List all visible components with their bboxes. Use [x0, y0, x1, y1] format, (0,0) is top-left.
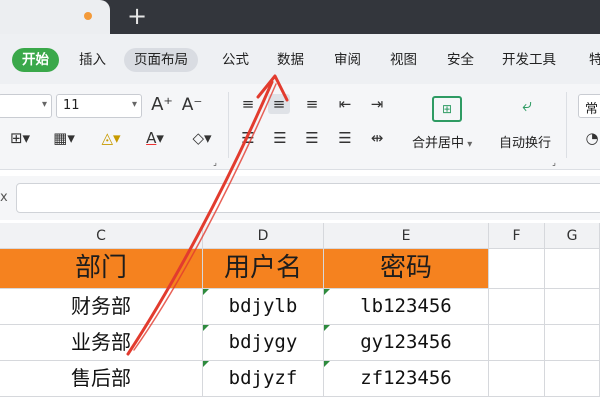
empty-cell[interactable]	[489, 361, 545, 397]
ribbon-divider	[228, 92, 229, 158]
menu-view[interactable]: 视图	[390, 48, 417, 72]
unsaved-dot-icon	[84, 12, 92, 20]
number-format-combo[interactable]: 常	[578, 94, 600, 118]
cell-username[interactable]: bdjygy	[203, 325, 324, 361]
align-bottom-icon[interactable]: ≡	[302, 94, 322, 114]
error-indicator-icon	[324, 289, 330, 295]
align-right-icon[interactable]: ☰	[302, 128, 322, 148]
wrap-text-icon[interactable]: ⤶	[512, 96, 542, 122]
merge-center-button[interactable]: 合并居中 ▾	[412, 132, 472, 151]
menu-security[interactable]: 安全	[447, 48, 474, 72]
cell-department[interactable]: 财务部	[0, 289, 203, 325]
error-indicator-icon	[324, 325, 330, 331]
menu-formula[interactable]: 公式	[222, 48, 249, 72]
header-cell-department[interactable]: 部门	[0, 249, 203, 289]
empty-cell[interactable]	[545, 289, 600, 325]
dialog-launcher-icon[interactable]: ⌟	[210, 158, 220, 168]
merge-center-label: 合并居中	[412, 136, 465, 151]
new-tab-button[interactable]: +	[124, 3, 150, 29]
menu-insert[interactable]: 插入	[79, 48, 106, 72]
cell-password-text: gy123456	[360, 331, 452, 353]
font-size-value: 11	[63, 98, 80, 113]
border-icon[interactable]: ⊞▾	[2, 128, 38, 148]
increase-font-icon[interactable]: A⁺	[150, 95, 174, 115]
header-cell-username[interactable]: 用户名	[203, 249, 324, 289]
empty-cell[interactable]	[545, 325, 600, 361]
name-box-tail: x	[0, 190, 8, 205]
align-center-icon[interactable]: ☰	[270, 128, 290, 148]
empty-cell[interactable]	[545, 361, 600, 397]
clear-format-icon[interactable]: ◇▾	[182, 128, 222, 148]
error-indicator-icon	[203, 325, 209, 331]
ribbon-divider	[566, 92, 567, 158]
spreadsheet-app: + 开始 插入 页面布局 公式 数据 审阅 视图 安全 开发工具 特 ▾ 11 …	[0, 0, 600, 400]
cell-password-text: zf123456	[360, 367, 452, 389]
empty-cell[interactable]	[489, 289, 545, 325]
error-indicator-icon	[203, 361, 209, 367]
cell-password[interactable]: lb123456	[324, 289, 489, 325]
error-indicator-icon	[203, 289, 209, 295]
font-size-combo[interactable]: 11 ▾	[56, 94, 142, 118]
menu-more[interactable]: 特	[589, 48, 600, 72]
cell-username-text: bdjylb	[228, 295, 298, 317]
column-header-c[interactable]: C	[0, 223, 203, 249]
empty-cell[interactable]	[489, 249, 545, 289]
dialog-launcher-icon[interactable]: ⌟	[549, 158, 559, 168]
merge-center-icon[interactable]: ⊞	[432, 96, 462, 122]
chevron-down-icon: ▾	[41, 99, 47, 110]
menu-page-layout[interactable]: 页面布局	[124, 48, 198, 72]
empty-cell[interactable]	[545, 249, 600, 289]
percent-icon[interactable]: ◔	[584, 128, 600, 148]
decrease-indent-icon[interactable]: ⇤	[334, 94, 356, 114]
menu-review[interactable]: 审阅	[334, 48, 361, 72]
menu-dev-tools[interactable]: 开发工具	[502, 48, 556, 72]
cell-username-text: bdjyzf	[228, 367, 298, 389]
cell-department[interactable]: 业务部	[0, 325, 203, 361]
justify-icon[interactable]: ☰	[334, 128, 356, 148]
font-color-icon[interactable]: A▾	[136, 128, 174, 148]
chevron-down-icon: ▾	[131, 99, 137, 110]
cell-style-icon[interactable]: ▦▾	[44, 128, 84, 148]
increase-indent-icon[interactable]: ⇥	[366, 94, 388, 114]
menu-start[interactable]: 开始	[12, 48, 59, 72]
column-header-f[interactable]: F	[489, 223, 545, 249]
decrease-font-icon[interactable]: A⁻	[180, 95, 204, 115]
cell-username-text: bdjygy	[228, 331, 298, 353]
cell-password[interactable]: zf123456	[324, 361, 489, 397]
header-cell-password[interactable]: 密码	[324, 249, 489, 289]
formula-input[interactable]	[16, 183, 600, 213]
align-middle-icon[interactable]: ≡	[268, 94, 290, 114]
document-tab[interactable]	[0, 0, 110, 34]
distributed-icon[interactable]: ⇹	[366, 128, 388, 148]
cell-username[interactable]: bdjyzf	[203, 361, 324, 397]
column-header-e[interactable]: E	[324, 223, 489, 249]
number-format-value: 常	[585, 102, 599, 117]
fill-color-icon[interactable]: ◬▾	[92, 128, 130, 148]
cell-username[interactable]: bdjylb	[203, 289, 324, 325]
error-indicator-icon	[324, 361, 330, 367]
auto-wrap-button[interactable]: 自动换行	[499, 132, 551, 151]
column-header-d[interactable]: D	[203, 223, 324, 249]
column-header-g[interactable]: G	[545, 223, 600, 249]
menu-data[interactable]: 数据	[277, 48, 304, 72]
cell-password[interactable]: gy123456	[324, 325, 489, 361]
cell-password-text: lb123456	[360, 295, 452, 317]
cell-department[interactable]: 售后部	[0, 361, 203, 397]
font-name-combo[interactable]: ▾	[0, 94, 52, 118]
empty-cell[interactable]	[489, 325, 545, 361]
align-left-icon[interactable]: ☰	[238, 128, 258, 148]
align-top-icon[interactable]: ≡	[238, 94, 258, 114]
